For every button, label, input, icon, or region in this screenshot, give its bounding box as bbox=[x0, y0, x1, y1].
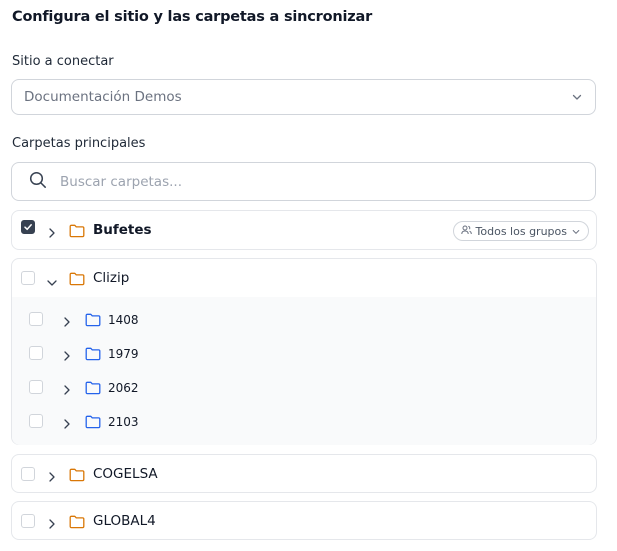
chevron-down-icon[interactable] bbox=[46, 273, 58, 292]
folders-label: Carpetas principales bbox=[12, 136, 146, 151]
folder-icon bbox=[69, 467, 85, 486]
folder-checkbox[interactable] bbox=[21, 220, 35, 234]
folder-search[interactable] bbox=[11, 162, 596, 201]
subfolder-row[interactable]: 2103 bbox=[12, 403, 596, 437]
chevron-down-icon bbox=[571, 91, 583, 107]
folder-checkbox[interactable] bbox=[21, 467, 35, 481]
groups-badge-label: Todos los grupos bbox=[475, 224, 567, 238]
groups-badge[interactable]: Todos los grupos bbox=[452, 221, 589, 241]
subfolder-checkbox[interactable] bbox=[29, 346, 43, 360]
folder-icon bbox=[85, 312, 101, 331]
subfolder-list: 1408 1979 2062 2103 bbox=[12, 297, 596, 445]
folder-icon bbox=[85, 346, 101, 365]
subfolder-row[interactable]: 2062 bbox=[12, 369, 596, 403]
chevron-down-icon bbox=[572, 225, 580, 238]
folder-icon bbox=[85, 380, 101, 399]
chevron-right-icon[interactable] bbox=[47, 515, 57, 534]
chevron-right-icon[interactable] bbox=[62, 313, 72, 332]
folder-name: Bufetes bbox=[93, 222, 152, 238]
subfolder-row[interactable]: 1979 bbox=[12, 335, 596, 369]
folder-row[interactable]: Clizip bbox=[12, 259, 596, 297]
subfolder-name: 2103 bbox=[108, 415, 139, 429]
chevron-right-icon[interactable] bbox=[47, 224, 57, 243]
chevron-right-icon[interactable] bbox=[62, 415, 72, 434]
site-label: Sitio a conectar bbox=[12, 54, 114, 69]
subfolder-name: 1979 bbox=[108, 347, 139, 361]
folder-checkbox[interactable] bbox=[21, 271, 35, 285]
chevron-right-icon[interactable] bbox=[62, 347, 72, 366]
subfolder-name: 2062 bbox=[108, 381, 139, 395]
folder-card-cogelsa: COGELSA bbox=[11, 454, 597, 493]
site-select-value: Documentación Demos bbox=[24, 89, 182, 105]
folder-icon bbox=[69, 223, 85, 242]
search-icon bbox=[29, 171, 47, 193]
subfolder-name: 1408 bbox=[108, 313, 139, 327]
subfolder-checkbox[interactable] bbox=[29, 380, 43, 394]
chevron-right-icon[interactable] bbox=[62, 381, 72, 400]
search-input[interactable] bbox=[58, 172, 562, 191]
folder-name: GLOBAL4 bbox=[93, 513, 156, 529]
folder-checkbox[interactable] bbox=[21, 514, 35, 528]
users-icon bbox=[460, 225, 472, 238]
folder-row[interactable]: Bufetes Todos los grupos bbox=[12, 211, 596, 249]
folder-icon bbox=[85, 414, 101, 433]
subfolder-row[interactable]: 1408 bbox=[12, 301, 596, 335]
folder-row[interactable]: COGELSA bbox=[12, 455, 596, 493]
folder-icon bbox=[69, 271, 85, 290]
folder-card-clizip: Clizip 1408 1979 2062 2103 bbox=[11, 258, 597, 445]
folder-card-global4: GLOBAL4 bbox=[11, 501, 597, 540]
chevron-right-icon[interactable] bbox=[47, 468, 57, 487]
folder-row[interactable]: GLOBAL4 bbox=[12, 502, 596, 540]
page-title: Configura el sitio y las carpetas a sinc… bbox=[12, 9, 373, 25]
folder-name: COGELSA bbox=[93, 466, 158, 482]
folder-card-bufetes: Bufetes Todos los grupos bbox=[11, 210, 597, 250]
site-select[interactable]: Documentación Demos bbox=[11, 79, 596, 115]
subfolder-checkbox[interactable] bbox=[29, 414, 43, 428]
folder-icon bbox=[69, 514, 85, 533]
subfolder-checkbox[interactable] bbox=[29, 312, 43, 326]
folder-name: Clizip bbox=[93, 270, 130, 286]
